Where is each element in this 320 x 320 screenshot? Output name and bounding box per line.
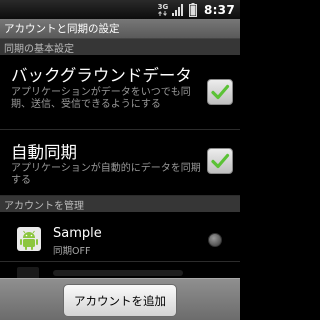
android-robot-icon xyxy=(17,227,41,251)
account-sync-status: 同期OFF xyxy=(53,246,91,257)
pref-summary: アプリケーションがデータをいつでも同期、送信、受信できるようにする xyxy=(11,87,191,110)
section-header-label: アカウントを管理 xyxy=(4,200,84,212)
section-header-manage-accounts: アカウントを管理 xyxy=(0,196,240,212)
section-header-label: 同期の基本設定 xyxy=(4,43,74,55)
account-name-faded xyxy=(53,270,183,276)
checkmark-icon xyxy=(211,153,230,169)
clock: 8:37 xyxy=(203,2,235,17)
add-account-button[interactable]: アカウントを追加 xyxy=(63,284,177,317)
screen-title-bar: アカウントと同期の設定 xyxy=(0,19,240,39)
signal-bars-icon xyxy=(171,4,183,16)
pref-summary: アプリケーションが自動的にデータを同期する xyxy=(11,163,201,186)
pref-title: バックグラウンドデータ xyxy=(11,66,192,85)
sync-off-indicator-icon xyxy=(208,233,222,247)
screen-title: アカウントと同期の設定 xyxy=(4,23,120,35)
auto-sync-checkbox[interactable] xyxy=(207,148,233,174)
background-data-checkbox[interactable] xyxy=(207,79,233,105)
pref-title: 自動同期 xyxy=(11,143,77,162)
checkmark-icon xyxy=(211,84,230,100)
section-header-general-sync: 同期の基本設定 xyxy=(0,39,240,55)
account-item-sample[interactable]: Sample 同期OFF xyxy=(0,220,240,262)
pref-auto-sync[interactable]: 自動同期 アプリケーションが自動的にデータを同期する xyxy=(0,130,240,196)
account-name: Sample xyxy=(53,226,102,241)
network-3g-icon: 3G xyxy=(157,3,169,16)
battery-icon xyxy=(188,2,197,17)
bottom-action-bar: アカウントを追加 xyxy=(0,278,240,320)
pref-background-data[interactable]: バックグラウンドデータ アプリケーションがデータをいつでも同期、送信、受信できる… xyxy=(0,55,240,130)
status-bar: 3G 8:37 xyxy=(0,0,240,19)
